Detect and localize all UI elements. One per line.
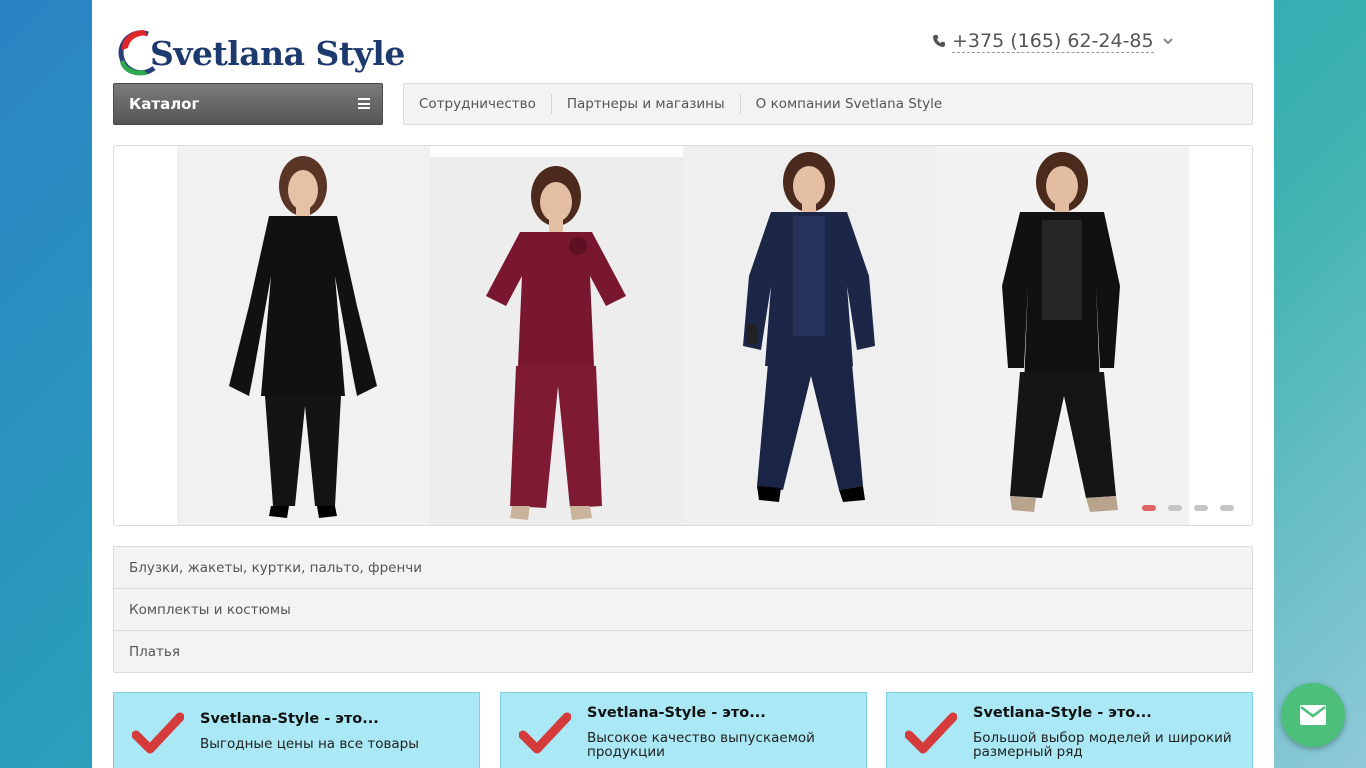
slider-dot-4[interactable] [1220, 505, 1234, 511]
catalog-button-label: Каталог [129, 95, 200, 113]
checkmark-icon [519, 712, 571, 754]
nav-item-cooperation[interactable]: Сотрудничество [404, 94, 552, 114]
category-list: Блузки, жакеты, куртки, пальто, френчи К… [113, 546, 1253, 673]
page-container: Svetlana Style +375 (165) 62-24-85 Катал… [92, 0, 1274, 768]
category-item-blouses[interactable]: Блузки, жакеты, куртки, пальто, френчи [114, 547, 1252, 589]
feature-title: Svetlana-Style - это... [973, 705, 1152, 721]
slide-image-burgundy-set[interactable] [430, 146, 683, 525]
feature-text: Высокое качество выпускаемой продукции [587, 730, 815, 760]
feature-box-prices: Svetlana-Style - это... Выгодные цены на… [113, 692, 480, 768]
slide-image-black-jacket[interactable] [936, 146, 1189, 525]
feature-title: Svetlana-Style - это... [587, 705, 766, 721]
feature-title: Svetlana-Style - это... [200, 711, 379, 727]
chevron-down-icon[interactable] [1162, 35, 1174, 47]
slide-image-black-tunic[interactable] [177, 146, 430, 525]
top-navigation: Сотрудничество Партнеры и магазины О ком… [403, 83, 1253, 125]
phone-contact[interactable]: +375 (165) 62-24-85 [932, 28, 1174, 54]
feature-box-selection: Svetlana-Style - это... Большой выбор мо… [886, 692, 1253, 768]
logo-text: Svetlana Style [150, 34, 405, 73]
image-slider[interactable] [113, 145, 1253, 526]
site-logo[interactable]: Svetlana Style [114, 28, 405, 80]
nav-item-partners[interactable]: Партнеры и магазины [552, 94, 741, 114]
mail-icon [1300, 705, 1326, 725]
slider-dot-3[interactable] [1194, 505, 1208, 511]
catalog-button[interactable]: Каталог [113, 83, 383, 125]
feature-text: Большой выбор моделей и широкий размерны… [973, 730, 1232, 760]
checkmark-icon [905, 712, 957, 754]
phone-number[interactable]: +375 (165) 62-24-85 [952, 30, 1154, 53]
category-item-sets[interactable]: Комплекты и костюмы [114, 589, 1252, 631]
feature-text: Выгодные цены на все товары [200, 736, 419, 752]
nav-item-about[interactable]: О компании Svetlana Style [741, 94, 958, 114]
slider-pagination [1142, 505, 1234, 511]
phone-icon [933, 35, 945, 47]
slide-image-navy-suit[interactable] [683, 146, 936, 525]
checkmark-icon [132, 712, 184, 754]
slider-dot-2[interactable] [1168, 505, 1182, 511]
hamburger-icon [358, 98, 370, 109]
slider-dot-1[interactable] [1142, 505, 1156, 511]
feature-box-quality: Svetlana-Style - это... Высокое качество… [500, 692, 867, 768]
category-item-dresses[interactable]: Платья [114, 631, 1252, 672]
mail-contact-button[interactable] [1281, 683, 1345, 747]
